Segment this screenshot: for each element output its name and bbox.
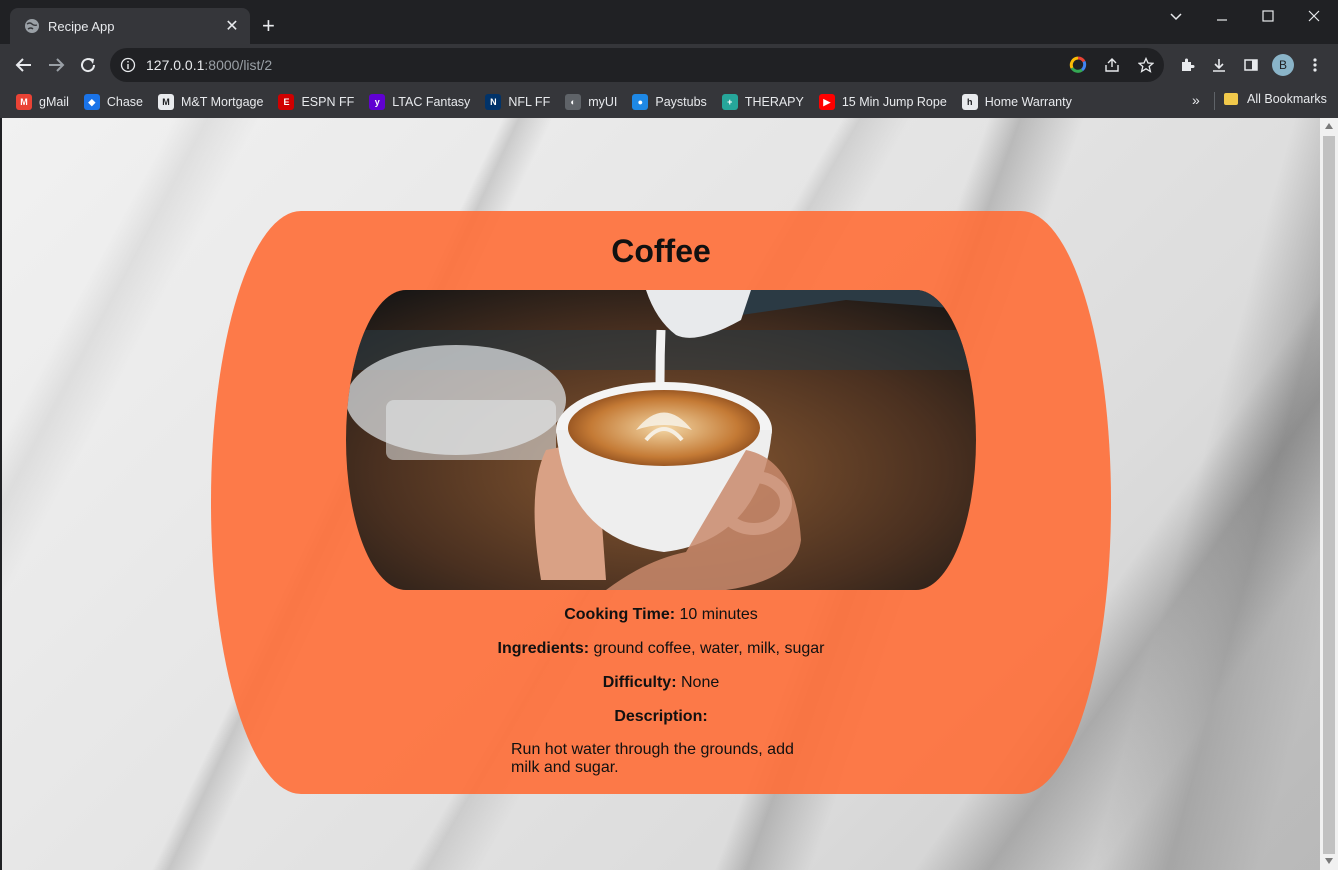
- bookmark-item[interactable]: ● Paystubs: [632, 94, 707, 110]
- bookmarks-overflow-icon[interactable]: »: [1192, 92, 1200, 108]
- bookmark-favicon-icon: +: [721, 94, 738, 110]
- cooking-time-value: 10 minutes: [679, 606, 758, 623]
- bookmark-item[interactable]: N NFL FF: [485, 94, 550, 110]
- bookmark-label: 15 Min Jump Rope: [841, 95, 947, 109]
- cooking-time: Cooking Time: 10 minutes: [211, 606, 1111, 624]
- forward-icon[interactable]: [44, 53, 68, 77]
- window-close-icon[interactable]: [1302, 6, 1326, 26]
- description-label: Description:: [614, 708, 708, 725]
- scroll-up-icon[interactable]: [1325, 123, 1333, 129]
- bookmark-label: Home Warranty: [984, 95, 1072, 109]
- bookmark-label: myUI: [588, 95, 618, 109]
- bookmark-item[interactable]: MgMail: [16, 94, 69, 110]
- recipe-title: Coffee: [611, 233, 711, 269]
- bookmark-favicon-icon: N: [485, 94, 502, 110]
- bookmark-label: M&T Mortgage: [181, 95, 264, 109]
- bookmark-favicon-icon: E: [278, 94, 295, 110]
- profile-avatar[interactable]: B: [1272, 54, 1294, 76]
- close-icon[interactable]: ✕: [222, 16, 242, 36]
- google-lens-icon[interactable]: [1068, 55, 1088, 75]
- tab-search-icon[interactable]: [1164, 6, 1188, 26]
- all-bookmarks-label: All Bookmarks: [1247, 92, 1327, 106]
- scrollbar-thumb[interactable]: [1323, 136, 1335, 854]
- description-text: Run hot water through the grounds, add m…: [511, 741, 794, 776]
- share-icon[interactable]: [1102, 55, 1122, 75]
- url-path: :8000/list/2: [204, 57, 273, 73]
- bookmark-item[interactable]: ◆ Chase: [83, 94, 144, 110]
- bookmark-label: NFL FF: [508, 95, 551, 109]
- page-scrollbar[interactable]: [1320, 118, 1338, 870]
- globe-icon: [25, 19, 39, 33]
- bookmark-favicon-icon: y: [369, 94, 386, 110]
- browser-toolbar: 127.0.0.1:8000/list/2 B: [0, 44, 1338, 86]
- url-host: 127.0.0.1: [146, 57, 205, 73]
- tab-recipe-app[interactable]: Recipe App ✕: [10, 8, 250, 44]
- reload-icon[interactable]: [76, 53, 100, 77]
- minimize-icon[interactable]: [1210, 6, 1234, 26]
- difficulty: Difficulty: None: [211, 674, 1111, 692]
- back-icon[interactable]: [12, 53, 36, 77]
- bookmark-item[interactable]: + THERAPY: [721, 94, 804, 110]
- bookmarks-separator: [1214, 92, 1215, 110]
- tab-strip: Recipe App ✕ +: [0, 0, 1338, 44]
- bookmark-label: Chase: [106, 95, 144, 109]
- bookmark-favicon-icon: ◐: [565, 94, 582, 110]
- bookmark-label: Paystubs: [655, 95, 707, 109]
- cooking-time-label: Cooking Time:: [564, 606, 676, 623]
- page-viewport: Coffee Cooking Time: 10 minutes Ingredie…: [2, 118, 1320, 870]
- bookmark-star-icon[interactable]: [1136, 55, 1156, 75]
- scroll-down-icon[interactable]: [1325, 858, 1333, 864]
- recipe-image: [346, 290, 976, 590]
- bookmarks-bar: MgMail ◆ Chase M M&T Mortgage E ESPN FF y LTAC F…: [0, 86, 1338, 118]
- all-bookmarks-button[interactable]: All Bookmarks: [1224, 92, 1327, 106]
- side-panel-icon[interactable]: [1240, 54, 1262, 76]
- ingredients-value: ground coffee, water, milk, sugar: [593, 640, 825, 657]
- bookmark-favicon-icon: ▶: [818, 94, 835, 110]
- description-heading: Description:: [211, 708, 1111, 726]
- bookmark-item[interactable]: h Home Warranty: [961, 94, 1072, 110]
- bookmark-item[interactable]: E ESPN FF: [278, 94, 354, 110]
- bookmark-favicon-icon: ◆: [83, 94, 100, 110]
- ingredients-label: Ingredients:: [497, 640, 590, 657]
- bookmark-label: ESPN FF: [301, 95, 355, 109]
- tab-title: Recipe App: [48, 18, 115, 34]
- bookmark-favicon-icon: M: [16, 94, 32, 110]
- extensions-icon[interactable]: [1176, 54, 1198, 76]
- bookmark-favicon-icon: M: [158, 94, 175, 110]
- folder-icon: [1224, 93, 1238, 105]
- bookmark-label: LTAC Fantasy: [392, 95, 471, 109]
- info-icon[interactable]: [120, 57, 136, 73]
- new-tab-button[interactable]: +: [262, 15, 275, 37]
- difficulty-label: Difficulty:: [602, 674, 677, 691]
- bookmark-label: THERAPY: [744, 95, 804, 109]
- bookmark-item[interactable]: M M&T Mortgage: [158, 94, 263, 110]
- bookmark-item[interactable]: ▶ 15 Min Jump Rope: [818, 94, 947, 110]
- bookmark-item[interactable]: ◐ myUI: [565, 94, 617, 110]
- url-text: 127.0.0.1:8000/list/2: [146, 57, 272, 73]
- ingredients: Ingredients: ground coffee, water, milk,…: [211, 640, 1111, 658]
- maximize-icon[interactable]: [1256, 6, 1280, 26]
- recipe-card: Coffee Cooking Time: 10 minutes Ingredie…: [211, 211, 1111, 794]
- bookmark-favicon-icon: ●: [632, 94, 649, 110]
- difficulty-value: None: [680, 674, 720, 691]
- bookmark-label: gMail: [39, 95, 69, 109]
- bookmark-item[interactable]: y LTAC Fantasy: [369, 94, 470, 110]
- address-bar[interactable]: 127.0.0.1:8000/list/2: [110, 48, 1164, 82]
- bookmark-favicon-icon: h: [961, 94, 978, 110]
- menu-kebab-icon[interactable]: [1304, 54, 1326, 76]
- download-icon[interactable]: [1208, 54, 1230, 76]
